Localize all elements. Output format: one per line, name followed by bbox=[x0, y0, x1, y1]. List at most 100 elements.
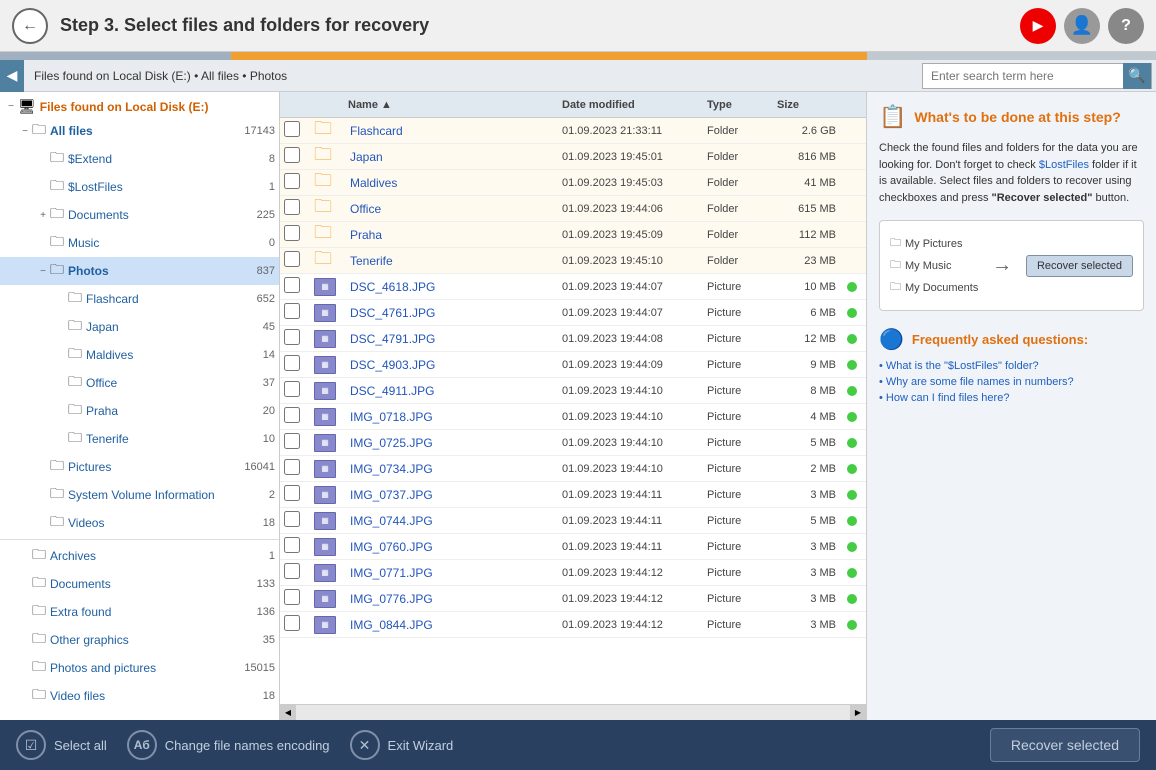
table-row[interactable]: 🗀 Office 01.09.2023 19:44:06 Folder 615 … bbox=[280, 196, 866, 222]
videofiles-label: Video files bbox=[50, 689, 259, 703]
row-checkbox[interactable] bbox=[284, 615, 300, 631]
folder-icon: 🗀 bbox=[50, 147, 64, 171]
recover-selected-small-button[interactable]: Recover selected bbox=[1026, 255, 1133, 277]
root-icon: 🖥 bbox=[18, 98, 36, 115]
expand-lostfiles bbox=[36, 180, 50, 194]
table-row[interactable]: ▦ DSC_4791.JPG 01.09.2023 19:44:08 Pictu… bbox=[280, 326, 866, 352]
faq-item-3[interactable]: How can I find files here? bbox=[879, 392, 1144, 404]
row-checkbox[interactable] bbox=[284, 511, 300, 527]
tree-item-photos[interactable]: − 🗀 Photos 837 bbox=[0, 257, 279, 285]
row-checkbox[interactable] bbox=[284, 303, 300, 319]
select-all-button[interactable]: ☑ Select all bbox=[16, 730, 107, 760]
tree-item-music[interactable]: 🗀 Music 0 bbox=[0, 229, 279, 257]
tree-item-allfiles[interactable]: − 🗀 All files 17143 bbox=[0, 117, 279, 145]
file-status bbox=[842, 334, 862, 344]
scroll-left-button[interactable]: ◀ bbox=[280, 705, 296, 721]
row-checkbox[interactable] bbox=[284, 407, 300, 423]
table-row[interactable]: ▦ IMG_0734.JPG 01.09.2023 19:44:10 Pictu… bbox=[280, 456, 866, 482]
table-row[interactable]: ▦ IMG_0771.JPG 01.09.2023 19:44:12 Pictu… bbox=[280, 560, 866, 586]
tree-item-videofiles[interactable]: 🗀 Video files 18 bbox=[0, 682, 279, 710]
tree-item-tenerife[interactable]: 🗀 Tenerife 10 bbox=[0, 425, 279, 453]
tree-item-othergraphics[interactable]: 🗀 Other graphics 35 bbox=[0, 626, 279, 654]
tree-item-pictures[interactable]: 🗀 Pictures 16041 bbox=[0, 453, 279, 481]
col-date-header[interactable]: Date modified bbox=[562, 99, 707, 111]
file-type: Picture bbox=[707, 463, 777, 475]
table-row[interactable]: ▦ IMG_0776.JPG 01.09.2023 19:44:12 Pictu… bbox=[280, 586, 866, 612]
scroll-track[interactable] bbox=[296, 705, 850, 721]
row-checkbox[interactable] bbox=[284, 381, 300, 397]
tree-item-photospictures[interactable]: 🗀 Photos and pictures 15015 bbox=[0, 654, 279, 682]
faq-item-2[interactable]: Why are some file names in numbers? bbox=[879, 376, 1144, 388]
header: ← Step 3. Select files and folders for r… bbox=[0, 0, 1156, 52]
row-checkbox[interactable] bbox=[284, 277, 300, 293]
table-row[interactable]: ▦ IMG_0725.JPG 01.09.2023 19:44:10 Pictu… bbox=[280, 430, 866, 456]
row-checkbox[interactable] bbox=[284, 563, 300, 579]
tree-item-japan[interactable]: 🗀 Japan 45 bbox=[0, 313, 279, 341]
search-box: 🔍 bbox=[922, 63, 1152, 89]
tree-item-sysvolinfo[interactable]: 🗀 System Volume Information 2 bbox=[0, 481, 279, 509]
search-input[interactable] bbox=[923, 64, 1123, 88]
table-row[interactable]: ▦ IMG_0737.JPG 01.09.2023 19:44:11 Pictu… bbox=[280, 482, 866, 508]
row-checkbox[interactable] bbox=[284, 537, 300, 553]
user-button[interactable]: 👤 bbox=[1064, 8, 1100, 44]
table-row[interactable]: ▦ DSC_4903.JPG 01.09.2023 19:44:09 Pictu… bbox=[280, 352, 866, 378]
row-checkbox[interactable] bbox=[284, 485, 300, 501]
row-checkbox[interactable] bbox=[284, 329, 300, 345]
tree-item-extend[interactable]: 🗀 $Extend 8 bbox=[0, 145, 279, 173]
exit-wizard-button[interactable]: ✕ Exit Wizard bbox=[350, 730, 454, 760]
row-checkbox[interactable] bbox=[284, 225, 300, 241]
row-checkbox[interactable] bbox=[284, 251, 300, 267]
file-list-body[interactable]: 🗀 Flashcard 01.09.2023 21:33:11 Folder 2… bbox=[280, 118, 866, 704]
table-row[interactable]: 🗀 Flashcard 01.09.2023 21:33:11 Folder 2… bbox=[280, 118, 866, 144]
tree-item-videos[interactable]: 🗀 Videos 18 bbox=[0, 509, 279, 537]
table-row[interactable]: ▦ IMG_0844.JPG 01.09.2023 19:44:12 Pictu… bbox=[280, 612, 866, 638]
tree-item-archives[interactable]: 🗀 Archives 1 bbox=[0, 542, 279, 570]
table-row[interactable]: 🗀 Tenerife 01.09.2023 19:45:10 Folder 23… bbox=[280, 248, 866, 274]
table-row[interactable]: ▦ IMG_0744.JPG 01.09.2023 19:44:11 Pictu… bbox=[280, 508, 866, 534]
table-row[interactable]: 🗀 Japan 01.09.2023 19:45:01 Folder 816 M… bbox=[280, 144, 866, 170]
status-green-dot bbox=[847, 412, 857, 422]
table-row[interactable]: ▦ DSC_4761.JPG 01.09.2023 19:44:07 Pictu… bbox=[280, 300, 866, 326]
encoding-button[interactable]: Aб Change file names encoding bbox=[127, 730, 330, 760]
table-row[interactable]: 🗀 Praha 01.09.2023 19:45:09 Folder 112 M… bbox=[280, 222, 866, 248]
music-label: Music bbox=[68, 236, 265, 250]
col-type-header[interactable]: Type bbox=[707, 99, 777, 111]
breadcrumb-back-button[interactable]: ◀ bbox=[0, 60, 24, 92]
row-checkbox[interactable] bbox=[284, 589, 300, 605]
row-checkbox[interactable] bbox=[284, 459, 300, 475]
horizontal-scrollbar[interactable]: ◀ ▶ bbox=[280, 704, 866, 720]
table-row[interactable]: ▦ DSC_4911.JPG 01.09.2023 19:44:10 Pictu… bbox=[280, 378, 866, 404]
tree-item-lostfiles[interactable]: 🗀 $LostFiles 1 bbox=[0, 173, 279, 201]
col-size-header[interactable]: Size bbox=[777, 99, 842, 111]
row-checkbox[interactable] bbox=[284, 147, 300, 163]
tree-item-office[interactable]: 🗀 Office 37 bbox=[0, 369, 279, 397]
table-row[interactable]: ▦ IMG_0718.JPG 01.09.2023 19:44:10 Pictu… bbox=[280, 404, 866, 430]
tree-item-documents2[interactable]: 🗀 Documents 133 bbox=[0, 570, 279, 598]
scroll-right-button[interactable]: ▶ bbox=[850, 705, 866, 721]
row-checkbox[interactable] bbox=[284, 199, 300, 215]
row-checkbox[interactable] bbox=[284, 173, 300, 189]
row-checkbox[interactable] bbox=[284, 433, 300, 449]
tree-item-extrafound[interactable]: 🗀 Extra found 136 bbox=[0, 598, 279, 626]
faq-item-1[interactable]: What is the "$LostFiles" folder? bbox=[879, 360, 1144, 372]
row-checkbox[interactable] bbox=[284, 121, 300, 137]
tree-item-documents[interactable]: + 🗀 Documents 225 bbox=[0, 201, 279, 229]
youtube-button[interactable]: ▶ bbox=[1020, 8, 1056, 44]
table-row[interactable]: 🗀 Maldives 01.09.2023 19:45:03 Folder 41… bbox=[280, 170, 866, 196]
table-row[interactable]: ▦ DSC_4618.JPG 01.09.2023 19:44:07 Pictu… bbox=[280, 274, 866, 300]
tree-item-praha[interactable]: 🗀 Praha 20 bbox=[0, 397, 279, 425]
help-button[interactable]: ? bbox=[1108, 8, 1144, 44]
lostfiles-link[interactable]: $LostFiles bbox=[1039, 159, 1089, 171]
back-button[interactable]: ← bbox=[12, 8, 48, 44]
recover-arrow-icon: → bbox=[992, 254, 1012, 277]
encoding-icon: Aб bbox=[127, 730, 157, 760]
tree-item-maldives[interactable]: 🗀 Maldives 14 bbox=[0, 341, 279, 369]
recover-selected-main-button[interactable]: Recover selected bbox=[990, 728, 1140, 762]
tree-item-flashcard[interactable]: 🗀 Flashcard 652 bbox=[0, 285, 279, 313]
table-row[interactable]: ▦ IMG_0760.JPG 01.09.2023 19:44:11 Pictu… bbox=[280, 534, 866, 560]
tree-root[interactable]: − 🖥 Files found on Local Disk (E:) bbox=[0, 96, 279, 117]
row-checkbox[interactable] bbox=[284, 355, 300, 371]
col-name-header[interactable]: Name ▲ bbox=[348, 99, 562, 111]
image-thumbnail-icon: ▦ bbox=[314, 408, 336, 426]
search-button[interactable]: 🔍 bbox=[1123, 63, 1151, 89]
